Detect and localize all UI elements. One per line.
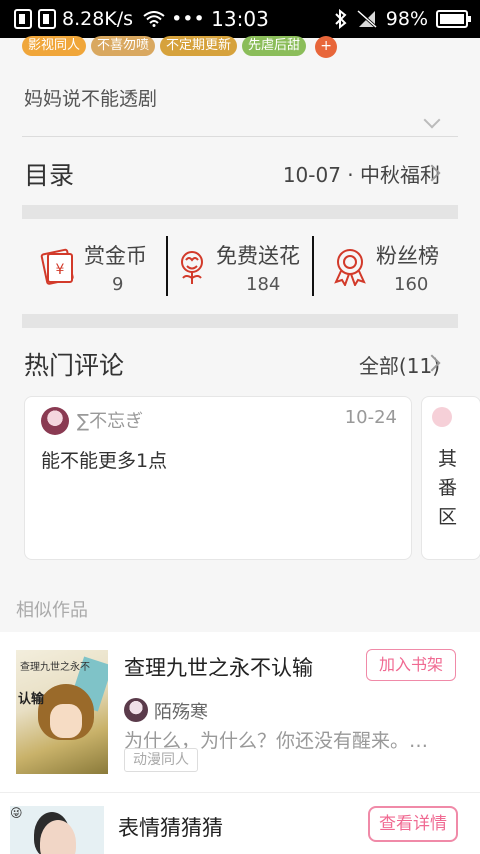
divider [0,792,480,793]
battery-icon [436,10,471,28]
action-count: 184 [246,274,281,295]
comment-text: 能不能更多1点 [41,450,168,472]
divider [22,136,458,137]
book-title[interactable]: 查理九世之永不认输 [124,652,313,682]
action-label: 赏金币 [84,244,147,268]
reward-coins-button[interactable]: ¥ 赏金币 9 [36,238,162,298]
more-tags-button[interactable]: + [315,36,338,58]
fan-ranking-button[interactable]: 粉丝榜 160 [330,238,476,298]
red-envelope-icon: ¥ [40,248,74,285]
cover-title-top: 查理九世之永不 [20,662,90,673]
bluetooth-icon [335,9,347,29]
action-label: 粉丝榜 [376,244,439,268]
toc-title: 目录 [24,161,75,190]
cover-badge-icon: 😜 [10,806,23,820]
action-label: 免费送花 [216,244,300,268]
avatar[interactable] [41,407,69,435]
flower-icon [181,251,203,284]
comment-date: 10-24 [344,407,397,428]
book-author: 陌殇寒 [154,702,208,723]
book-cover[interactable]: 😜 [10,806,104,854]
cover-face [40,820,76,854]
book-title[interactable]: 表情猜猜猜 [118,812,223,842]
add-to-shelf-button[interactable]: 加入书架 [366,649,456,681]
comment-card[interactable]: ∑不忘ぎ 10-24 能不能更多1点 [24,396,412,560]
signal-muted-icon [356,9,377,29]
svg-text:¥: ¥ [56,262,65,278]
book-cover[interactable]: 查理九世之永不 认输 [16,650,108,774]
book-intro: 妈妈说不能透剧 [24,88,158,110]
hot-comments-title: 热门评论 [24,351,125,380]
action-count: 160 [394,274,429,295]
book-tag[interactable]: 先虐后甜 [242,36,307,56]
battery-level [440,14,464,24]
comment-card-partial[interactable]: 其番区 [421,396,480,560]
section-separator [22,314,458,328]
battery-percent: 98% [385,8,428,30]
status-bar: 8.28K/s ••• 13:03 98% [0,0,480,38]
book-tag[interactable]: 影视同人 [22,36,87,56]
vertical-divider [166,236,168,296]
book-tag[interactable]: 不喜勿喷 [91,36,156,56]
send-flower-button[interactable]: 免费送花 184 [172,238,318,298]
book-tag: 动漫同人 [124,748,198,772]
toc-latest-chapter[interactable]: 10-07 · 中秋福利 [283,159,440,188]
avatar[interactable] [432,407,452,427]
expand-chevron-down-icon[interactable] [423,111,441,129]
comment-username[interactable]: ∑不忘ぎ [77,407,143,433]
similar-works-title: 相似作品 [16,600,88,621]
action-count: 9 [112,274,124,295]
author-avatar [124,698,148,722]
comment-text: 其番区 [438,448,458,528]
cover-face [50,704,82,738]
tag-list: 影视同人 不喜勿喷 不定期更新 先虐后甜 + [22,36,338,58]
view-details-button[interactable]: 查看详情 [368,806,458,842]
medal-icon [334,249,366,286]
status-right: 98% [334,0,471,38]
section-separator [22,205,458,219]
vertical-divider [312,236,314,296]
cover-title-main: 认输 [18,692,45,707]
book-tag[interactable]: 不定期更新 [160,36,238,56]
